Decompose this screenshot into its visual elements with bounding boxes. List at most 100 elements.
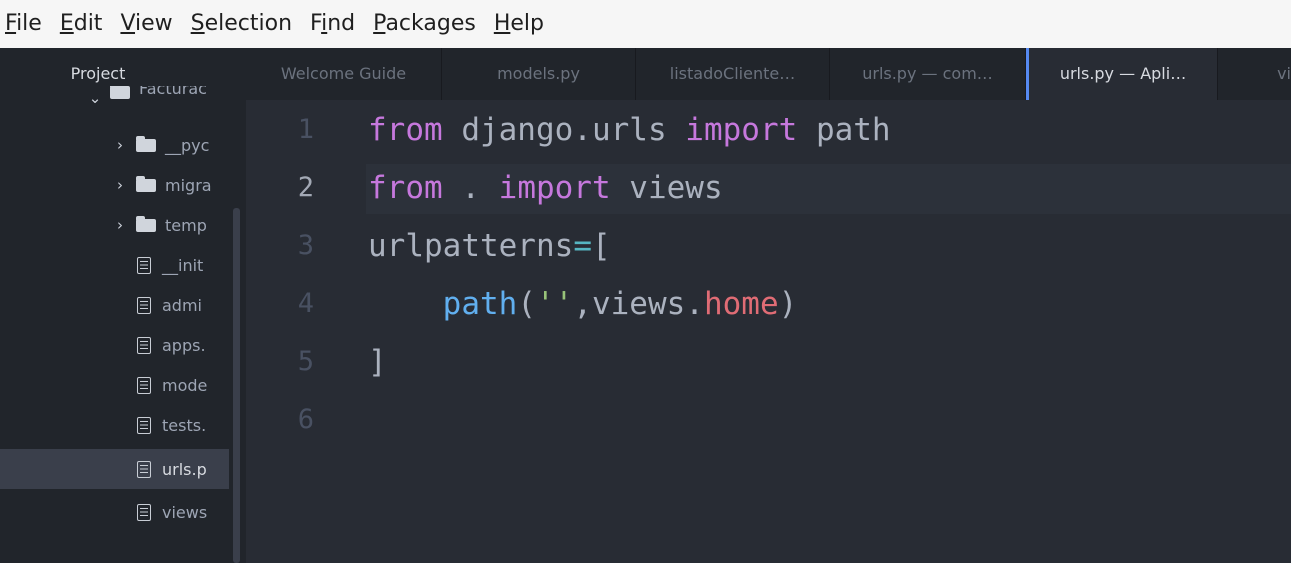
text-token: ,views.: [573, 286, 704, 322]
tree-file-views[interactable]: views: [137, 492, 233, 532]
folder-icon: [136, 135, 156, 152]
text-token: path: [797, 112, 891, 148]
chevron-right-icon: ›: [117, 176, 123, 194]
tree-folder-pycache[interactable]: › __pyc: [113, 125, 233, 165]
menu-find-rest: nd: [327, 11, 356, 36]
tab-bar: Welcome Guide models.py listadoCliente… …: [246, 48, 1291, 100]
code-line-1: from django.urls import path: [368, 112, 891, 148]
file-text-icon: [137, 416, 151, 434]
tab-welcome-guide[interactable]: Welcome Guide: [246, 48, 442, 100]
menu-view[interactable]: View: [120, 0, 172, 48]
folder-icon: [136, 215, 156, 232]
text-token: (: [517, 286, 536, 322]
indent-token: [368, 286, 443, 322]
menu-edit[interactable]: Edit: [60, 0, 103, 48]
line-number: 5: [297, 346, 314, 377]
keyword-token: from: [368, 170, 443, 206]
line-number-current: 2: [297, 172, 314, 203]
code-line-2: from . import views: [368, 170, 723, 206]
operator-token: =: [573, 228, 592, 264]
menu-bar: File Edit View Selection Find Packages H…: [0, 0, 1291, 48]
code-line-3: urlpatterns=[: [368, 228, 611, 264]
text-token: urlpatterns: [368, 228, 574, 264]
menu-view-mnemonic: V: [120, 11, 136, 36]
tree-item-label: migra: [165, 175, 212, 195]
menu-help[interactable]: Help: [494, 0, 544, 48]
text-token: views: [610, 170, 723, 206]
tree-file-urls-selected[interactable]: urls.p: [0, 449, 229, 489]
string-token: '': [535, 286, 574, 322]
tree-file-models[interactable]: mode: [137, 365, 233, 405]
tree-scrollbar[interactable]: [233, 208, 240, 563]
tree-item-label: temp: [165, 215, 207, 235]
tree-file-init[interactable]: __init: [137, 245, 233, 285]
menu-edit-rest: dit: [73, 11, 103, 36]
tree-root-label: Facturac: [139, 86, 207, 98]
menu-selection-mnemonic: S: [190, 11, 205, 36]
project-tree: Project ⌄ Facturac › __pyc › migra › tem…: [0, 48, 246, 563]
tab-listado-clientes[interactable]: listadoCliente…: [636, 48, 830, 100]
file-text-icon: [137, 336, 151, 354]
tree-item-label: mode: [162, 375, 208, 395]
menu-file-rest: ile: [16, 11, 42, 36]
text-token: ]: [368, 344, 387, 380]
menu-help-mnemonic: H: [493, 11, 511, 36]
tree-root-folder[interactable]: ⌄ Facturac: [88, 86, 207, 110]
tree-folder-templates[interactable]: › temp: [113, 205, 233, 245]
menu-packages-mnemonic: P: [373, 11, 386, 36]
code-editor[interactable]: 1 2 3 4 5 6 from django.urls import path…: [246, 100, 1291, 563]
chevron-right-icon: ›: [117, 216, 123, 234]
menu-packages[interactable]: Packages: [373, 0, 476, 48]
tab-views-partial[interactable]: vi: [1218, 48, 1291, 100]
tab-models-py[interactable]: models.py: [442, 48, 636, 100]
tree-file-admin[interactable]: admi: [137, 285, 233, 325]
chevron-down-icon: ⌄: [88, 89, 102, 107]
code-line-5: ]: [368, 344, 387, 380]
tab-urls-py-com[interactable]: urls.py — com…: [830, 48, 1026, 100]
tree-item-label: tests.: [162, 415, 207, 435]
keyword-token: from: [368, 112, 443, 148]
file-text-icon: [137, 296, 151, 314]
line-number: 3: [297, 230, 314, 261]
chevron-right-icon: ›: [117, 136, 123, 154]
tree-item-label: apps.: [162, 335, 206, 355]
keyword-token: import: [498, 170, 611, 206]
line-number: 4: [297, 288, 314, 319]
text-token: ): [778, 286, 798, 322]
folder-icon: [136, 175, 156, 192]
menu-find[interactable]: Find: [310, 0, 355, 48]
tree-file-tests[interactable]: tests.: [137, 405, 233, 445]
tree-folder-migrations[interactable]: › migra: [113, 165, 233, 205]
menu-edit-mnemonic: E: [59, 11, 74, 36]
file-text-icon: [137, 460, 151, 478]
tree-item-label: __pyc: [165, 135, 210, 155]
text-token: .: [442, 170, 499, 206]
text-token: [: [591, 228, 611, 264]
menu-file[interactable]: File: [5, 0, 42, 48]
function-token: path: [442, 286, 518, 322]
editor-window: Project ⌄ Facturac › __pyc › migra › tem…: [0, 48, 1291, 563]
tree-item-label: admi: [162, 295, 202, 315]
property-token: home: [703, 286, 779, 322]
text-token: django.urls: [442, 112, 686, 148]
keyword-token: import: [685, 112, 798, 148]
menu-find-pre: F: [310, 11, 322, 36]
menu-view-rest: iew: [135, 11, 173, 36]
line-number: 1: [297, 114, 314, 145]
tree-item-label: views: [162, 502, 208, 522]
folder-icon: [110, 86, 130, 99]
menu-selection-rest: election: [204, 11, 293, 36]
menu-selection[interactable]: Selection: [191, 0, 292, 48]
tree-item-label: __init: [162, 255, 204, 275]
tree-item-label: urls.p: [162, 459, 207, 479]
menu-packages-rest: ackages: [385, 11, 476, 36]
tree-file-apps[interactable]: apps.: [137, 325, 233, 365]
menu-help-rest: elp: [510, 11, 544, 36]
tab-urls-py-apli-active[interactable]: urls.py — Apli…: [1026, 48, 1218, 100]
file-text-icon: [137, 376, 151, 394]
line-number: 6: [297, 404, 314, 435]
code-line-4: path('',views.home): [368, 286, 798, 322]
file-text-icon: [137, 256, 151, 274]
menu-file-mnemonic: F: [5, 11, 17, 36]
file-text-icon: [137, 503, 151, 521]
